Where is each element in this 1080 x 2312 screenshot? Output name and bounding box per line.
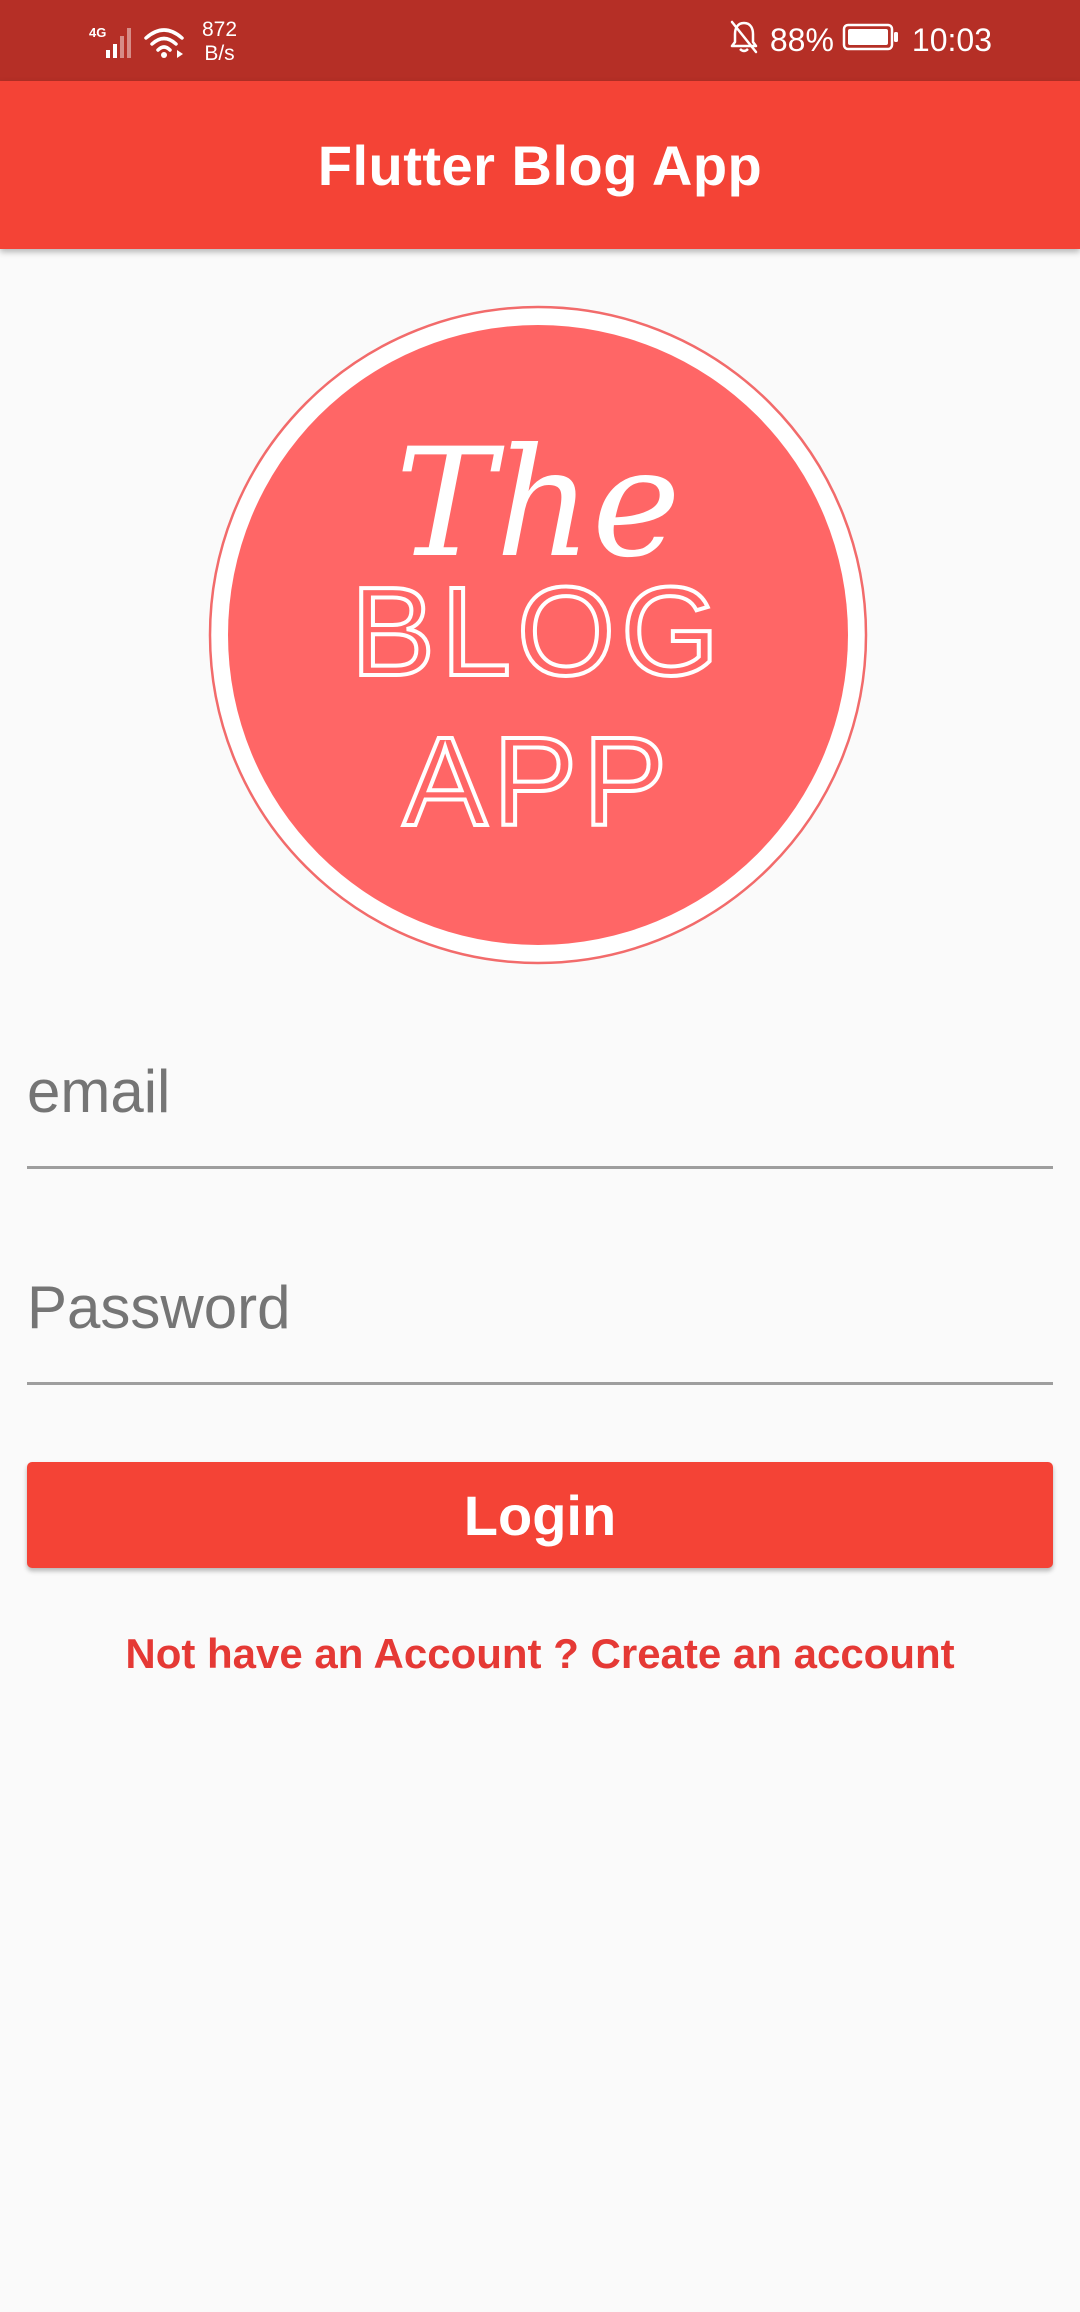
- wifi-icon: [142, 22, 186, 62]
- status-bar: 4G 872 B/s 88% 10:03: [0, 0, 1080, 81]
- network-speed-unit: B/s: [204, 42, 235, 65]
- signal-icon: 4G: [86, 22, 142, 62]
- bell-off-icon: [728, 19, 760, 63]
- blog-app-logo: The BLOG APP: [208, 305, 868, 965]
- clock: 10:03: [911, 22, 992, 58]
- network-type-label: 4G: [89, 25, 106, 40]
- app-title: Flutter Blog App: [317, 133, 763, 197]
- login-button[interactable]: Login: [27, 1462, 1053, 1568]
- battery-icon: [842, 22, 900, 60]
- email-field[interactable]: [27, 1057, 1053, 1126]
- network-speed-value: 872: [202, 18, 238, 41]
- password-field[interactable]: [27, 1273, 1053, 1342]
- login-button-label: Login: [463, 1483, 617, 1547]
- logo-text-app: APP: [403, 711, 673, 852]
- logo-text-blog: BLOG: [351, 561, 725, 702]
- battery-percent: 88%: [769, 22, 834, 58]
- network-speed: 872 B/s: [202, 18, 237, 66]
- app-bar: Flutter Blog App: [0, 81, 1080, 249]
- create-account-link[interactable]: Not have an Account ? Create an account: [0, 1630, 1080, 1678]
- status-left-group: 4G 872 B/s: [86, 16, 237, 68]
- email-field-container: [27, 1046, 1053, 1169]
- password-field-container: [27, 1262, 1053, 1385]
- status-right-group: 88% 10:03: [728, 0, 992, 81]
